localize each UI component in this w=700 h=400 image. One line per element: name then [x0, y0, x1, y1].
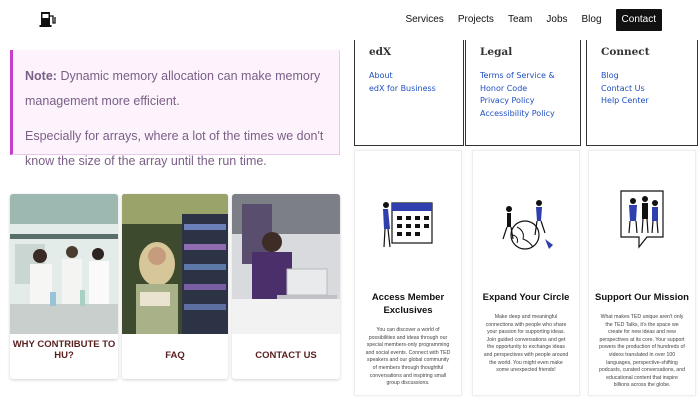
- nav-link-services[interactable]: Services: [405, 11, 443, 29]
- feature-card-support-mission: Support Our Mission What makes TED uniqu…: [588, 150, 696, 396]
- photo-card-contact[interactable]: CONTACT US: [232, 194, 340, 379]
- footer-link-privacy[interactable]: Privacy Policy: [480, 95, 580, 108]
- nav-link-team[interactable]: Team: [508, 11, 532, 29]
- nav-link-blog[interactable]: Blog: [582, 11, 602, 29]
- feature-description: Make deep and meaningful connections wit…: [483, 314, 569, 374]
- footer-link-about[interactable]: About: [369, 70, 463, 83]
- nav-link-projects[interactable]: Projects: [458, 11, 494, 29]
- note-callout: Note: Dynamic memory allocation can make…: [10, 50, 340, 168]
- photo-card-label: FAQ: [165, 350, 185, 361]
- calendar-illustration-icon: [383, 202, 433, 248]
- footer-column-title: Legal: [480, 46, 513, 58]
- edx-footer: edX About edX for Business Legal Terms o…: [352, 40, 700, 148]
- footer-column-legal: Legal Terms of Service & Honor Code Priv…: [465, 40, 581, 146]
- footer-link-help-center[interactable]: Help Center: [601, 95, 697, 108]
- photo-card-label: WHY CONTRIBUTE TO HU?: [12, 339, 116, 361]
- note-text: Dynamic memory allocation can make memor…: [25, 69, 321, 108]
- footer-link-accessibility[interactable]: Accessibility Policy: [480, 108, 580, 121]
- nav-links: Services Projects Team Jobs Blog Contact: [391, 9, 662, 31]
- library-photo: [122, 194, 228, 334]
- photo-card-contribute[interactable]: WHY CONTRIBUTE TO HU?: [10, 194, 118, 379]
- feature-title-line: Exclusives: [383, 305, 433, 316]
- footer-link-contact-us[interactable]: Contact Us: [601, 83, 697, 96]
- footer-column-title: edX: [369, 46, 392, 58]
- laptop-photo: [232, 194, 340, 334]
- feature-title-line: Access Member: [371, 292, 445, 303]
- feature-card-member-exclusives: Access Member Exclusives You can discover…: [354, 150, 462, 396]
- footer-link-terms[interactable]: Terms of Service &: [480, 70, 580, 83]
- feature-title-line: Expand Your Circle: [482, 292, 570, 303]
- footer-link-honor-code[interactable]: Honor Code: [480, 83, 580, 96]
- community-speech-bubble-icon: [620, 190, 664, 249]
- photo-card-faq[interactable]: FAQ: [122, 194, 228, 379]
- note-paragraph-2: Especially for arrays, where a lot of th…: [25, 129, 324, 168]
- top-navigation: Services Projects Team Jobs Blog Contact: [0, 0, 700, 40]
- note-label: Note:: [25, 69, 57, 83]
- note-paragraph: Note: Dynamic memory allocation can make…: [25, 64, 329, 114]
- footer-link-edx-for-business[interactable]: edX for Business: [369, 83, 463, 96]
- footer-column-edx: edX About edX for Business: [354, 40, 464, 146]
- footer-column-title: Connect: [601, 46, 650, 58]
- globe-people-illustration-icon: [502, 200, 553, 250]
- feature-card-expand-circle: Expand Your Circle Make deep and meaning…: [472, 150, 580, 396]
- feature-title: Support Our Mission: [589, 291, 695, 304]
- feature-description: What makes TED unique aren't only the TE…: [599, 314, 685, 389]
- photo-card-label: CONTACT US: [255, 350, 317, 361]
- fuel-pump-icon[interactable]: [38, 9, 58, 29]
- contact-button[interactable]: Contact: [615, 9, 662, 31]
- nav-link-jobs[interactable]: Jobs: [546, 11, 567, 29]
- feature-title: Expand Your Circle: [473, 291, 579, 304]
- lab-photo: [10, 194, 118, 334]
- footer-link-blog[interactable]: Blog: [601, 70, 697, 83]
- feature-title: Access Member Exclusives: [355, 291, 461, 317]
- photo-card-row: WHY CONTRIBUTE TO HU? FAQ CONTACT US: [10, 194, 342, 379]
- feature-title-line: Support Our Mission: [595, 292, 689, 303]
- feature-description: You can discover a world of possibilitie…: [365, 327, 451, 387]
- footer-column-connect: Connect Blog Contact Us Help Center: [586, 40, 698, 146]
